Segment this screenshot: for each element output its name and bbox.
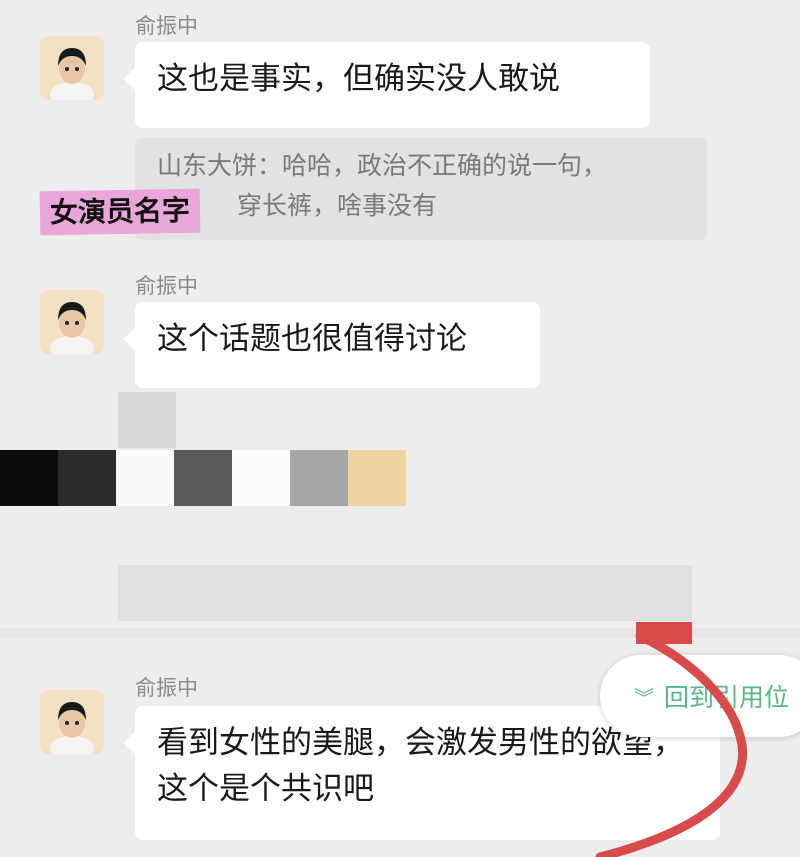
mosaic-block [118, 392, 176, 448]
avatar[interactable] [40, 290, 104, 354]
avatar[interactable] [40, 36, 104, 100]
redacted-divider [0, 628, 800, 638]
message-text: 这也是事实，但确实没人敢说 [157, 61, 560, 97]
mosaic-block [0, 450, 58, 506]
mosaic-block [290, 450, 348, 506]
sender-name: 俞振中 [135, 14, 198, 38]
sender-name: 俞振中 [135, 274, 198, 298]
sender-name: 俞振中 [135, 676, 198, 700]
back-to-quote-button[interactable]: ︾ 回到引用位 [600, 655, 800, 737]
redacted-message [118, 565, 692, 621]
message-bubble[interactable]: 这也是事实，但确实没人敢说 [123, 42, 650, 128]
mosaic-block [348, 450, 406, 506]
quote-line: 穿长裤，啥事没有 [237, 191, 438, 220]
message-text: 这个话题也很值得讨论 [157, 321, 467, 357]
quoted-message[interactable]: 山东大饼：哈哈，政治不正确的说一句， 穿长裤，啥事没有 [135, 138, 707, 240]
mosaic-block [116, 450, 174, 506]
avatar-portrait-icon [40, 690, 104, 754]
chevron-double-down-icon: ︾ [634, 685, 654, 710]
mosaic-block [58, 450, 116, 506]
back-to-quote-label: 回到引用位 [664, 683, 790, 712]
message-bubble[interactable]: 这个话题也很值得讨论 [123, 302, 540, 388]
avatar-portrait-icon [40, 290, 104, 354]
mosaic-block [232, 450, 290, 506]
message-text: 看到女性的美腿，会激发男性的欲望，这个是个共识吧 [157, 725, 684, 807]
mosaic-block [174, 450, 232, 506]
quote-line: 山东大饼：哈哈，政治不正确的说一句， [157, 151, 608, 180]
redaction-tag: 女演员名字 [39, 188, 201, 236]
avatar-portrait-icon [40, 36, 104, 100]
avatar[interactable] [40, 690, 104, 754]
